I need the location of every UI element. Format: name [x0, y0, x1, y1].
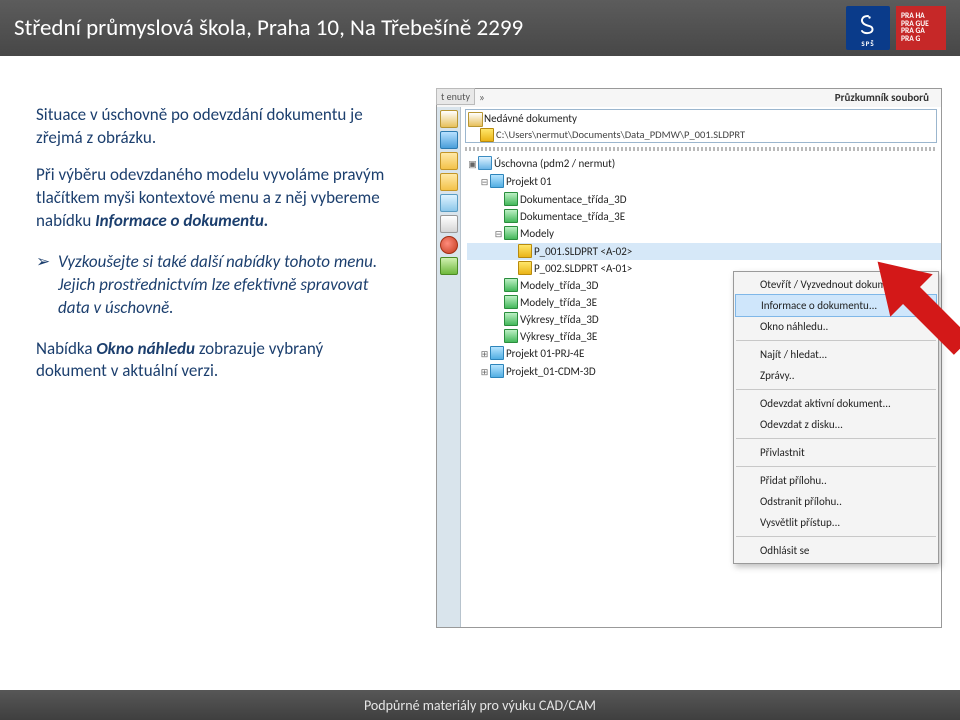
ctx-separator — [736, 340, 936, 341]
folder-icon — [490, 346, 504, 360]
paragraph: Situace v úschovně po odevzdání dokument… — [36, 104, 396, 150]
tree-part-selected[interactable]: P_001.SLDPRT <A-02> — [467, 243, 941, 260]
ctx-checkin-active[interactable]: Odevzdat aktivní dokument... — [734, 393, 938, 414]
left-sidebar — [437, 107, 461, 627]
paragraph: Při výběru odevzdaného modelu vyvoláme p… — [36, 164, 396, 233]
recent-documents-head[interactable]: Nedávné dokumenty — [466, 110, 936, 127]
ctx-open-checkout[interactable]: Otevřít / Vyzvednout dokument.. — [734, 274, 938, 295]
part-icon — [518, 261, 532, 275]
sidebar-icon[interactable] — [440, 131, 458, 149]
logo-praha-line: PRA G — [901, 36, 941, 44]
ctx-separator — [736, 536, 936, 537]
tree-folder[interactable]: Dokumentace_třída_3E — [467, 208, 941, 225]
ctx-checkin-disk[interactable]: Odevzdat z disku... — [734, 414, 938, 435]
part-icon — [518, 244, 532, 258]
vault-icon — [478, 156, 492, 170]
refresh-icon[interactable] — [440, 194, 458, 212]
folder-icon — [504, 209, 518, 223]
slide-header: Střední průmyslová škola, Praha 10, Na T… — [0, 0, 960, 56]
folder-icon — [490, 364, 504, 378]
header-title: Střední průmyslová škola, Praha 10, Na T… — [14, 14, 840, 42]
footer-text: Podpůrné materiály pro výuku CAD/CAM — [364, 697, 596, 714]
chevron-expand-icon[interactable]: » — [479, 91, 485, 104]
folder-icon — [504, 192, 518, 206]
ctx-preview-window[interactable]: Okno náhledu.. — [734, 316, 938, 337]
bullet-item: Vyzkoušejte si také další nabídky tohoto… — [36, 251, 396, 320]
tree-root[interactable]: ▣Úschovna (pdm2 / nermut) — [467, 155, 941, 173]
sidebar-icon[interactable] — [440, 236, 458, 254]
ctx-explain-access[interactable]: Vysvětlit přístup... — [734, 512, 938, 533]
tree-folder[interactable]: ⊟Projekt 01 — [467, 173, 941, 191]
logo-sps-text: SPŠ — [861, 39, 874, 48]
ctx-add-attachment[interactable]: Přidat přílohu.. — [734, 470, 938, 491]
folder-icon — [504, 329, 518, 343]
drag-divider[interactable] — [465, 147, 937, 151]
ctx-reports[interactable]: Zprávy.. — [734, 365, 938, 386]
folder-icon — [490, 174, 504, 188]
folder-icon — [504, 312, 518, 326]
sidebar-icon[interactable] — [440, 152, 458, 170]
logo-sps: SPŠ — [846, 6, 890, 50]
ctx-take-ownership[interactable]: Přivlastnit — [734, 442, 938, 463]
folder-icon — [504, 295, 518, 309]
ctx-separator — [736, 438, 936, 439]
sidebar-icon[interactable] — [440, 110, 458, 128]
logo-praha-box: PRA HA PRA GUE PRA GA PRA G — [896, 6, 946, 50]
sidebar-icon[interactable] — [440, 257, 458, 275]
logo-sps-box: SPŠ — [846, 6, 890, 50]
panel-title: Průzkumník souborů — [835, 91, 929, 104]
truncated-tab: t enuty — [436, 88, 475, 105]
ctx-remove-attachment[interactable]: Odstranit přílohu.. — [734, 491, 938, 512]
ctx-document-info[interactable]: Informace o dokumentu... — [735, 294, 937, 317]
ctx-find[interactable]: Najít / hledat... — [734, 344, 938, 365]
folder-icon — [504, 278, 518, 292]
folder-icon — [504, 226, 518, 240]
slide-footer: Podpůrné materiály pro výuku CAD/CAM — [0, 690, 960, 720]
sidebar-icon[interactable] — [440, 173, 458, 191]
logo-praha: PRA HA PRA GUE PRA GA PRA G — [896, 6, 946, 50]
tree-folder[interactable]: Dokumentace_třída_3D — [467, 191, 941, 208]
ctx-separator — [736, 466, 936, 467]
body-text: Situace v úschovně po odevzdání dokument… — [36, 104, 396, 397]
sidebar-icon[interactable] — [440, 215, 458, 233]
paragraph: Nabídka Okno náhledu zobrazuje vybraný d… — [36, 338, 396, 384]
recent-documents-box: Nedávné dokumenty C:\Users\nermut\Docume… — [465, 109, 937, 143]
tree-folder[interactable]: ⊟Modely — [467, 225, 941, 243]
app-screenshot: t enuty » Průzkumník souborů Nedávné dok… — [436, 88, 942, 628]
ctx-logout[interactable]: Odhlásit se — [734, 540, 938, 561]
context-menu: Otevřít / Vyzvednout dokument.. Informac… — [733, 271, 939, 564]
slide-body: Situace v úschovně po odevzdání dokument… — [0, 56, 960, 690]
recent-document-row[interactable]: C:\Users\nermut\Documents\Data_PDMW\P_00… — [466, 127, 936, 142]
ctx-separator — [736, 389, 936, 390]
